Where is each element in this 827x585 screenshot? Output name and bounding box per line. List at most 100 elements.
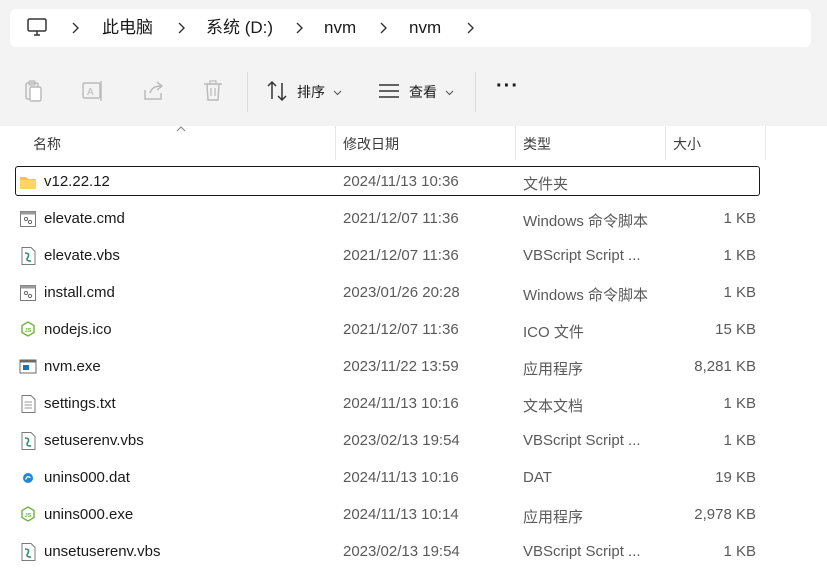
chevron-down-icon[interactable] <box>445 90 454 96</box>
file-modified-date: 2021/12/07 11:36 <box>343 210 459 227</box>
file-row[interactable]: settings.txt 2024/11/13 10:16 文本文档 1 KB <box>0 388 766 420</box>
file-name: v12.22.12 <box>44 173 110 190</box>
column-header-size[interactable]: 大小 <box>673 134 701 154</box>
file-list-pane: 名称 修改日期 类型 大小 v12.22.12 2024/11/13 10:36 文… <box>0 126 827 585</box>
delete-icon[interactable] <box>200 78 226 104</box>
file-type: VBScript Script ... <box>523 247 641 264</box>
file-size: 1 KB <box>723 247 756 264</box>
column-header-date[interactable]: 修改日期 <box>343 134 399 154</box>
chevron-right-icon[interactable] <box>378 19 388 37</box>
breadcrumb-item[interactable]: nvm <box>409 18 441 38</box>
vbs-file-icon <box>19 542 37 562</box>
chevron-right-icon[interactable] <box>176 19 186 37</box>
exe-file-icon <box>19 357 37 377</box>
column-divider[interactable] <box>335 126 336 160</box>
chevron-down-icon[interactable] <box>333 90 342 96</box>
file-modified-date: 2021/12/07 11:36 <box>343 247 459 264</box>
file-row[interactable]: elevate.vbs 2021/12/07 11:36 VBScript Scri… <box>0 240 766 272</box>
column-header-row: 名称 修改日期 类型 大小 <box>0 126 766 160</box>
chevron-right-icon[interactable] <box>294 19 304 37</box>
nodejs-icon: JS <box>19 505 37 525</box>
vbs-file-icon <box>19 246 37 266</box>
file-size: 1 KB <box>723 543 756 560</box>
cmd-file-icon <box>19 283 37 303</box>
sort-ascending-icon <box>176 126 186 132</box>
vbs-file-icon <box>19 431 37 451</box>
file-row[interactable]: unsetuserenv.vbs 2023/02/13 19:54 VBScript… <box>0 536 766 568</box>
file-size: 15 KB <box>715 321 756 338</box>
file-size: 8,281 KB <box>694 358 756 375</box>
file-name: setuserenv.vbs <box>44 432 144 449</box>
file-type: 应用程序 <box>523 361 584 378</box>
file-modified-date: 2023/01/26 20:28 <box>343 284 460 301</box>
file-size: 1 KB <box>723 395 756 412</box>
breadcrumb-item[interactable]: nvm <box>324 18 356 38</box>
file-row[interactable]: elevate.cmd 2021/12/07 11:36 Windows 命令脚本 1… <box>0 203 766 235</box>
breadcrumb-item[interactable]: 此电脑 <box>102 18 153 38</box>
svg-text:JS: JS <box>25 513 32 519</box>
file-modified-date: 2024/11/13 10:16 <box>343 469 459 486</box>
file-modified-date: 2023/02/13 19:54 <box>343 432 460 449</box>
file-row[interactable]: v12.22.12 2024/11/13 10:36 文件夹 <box>0 166 766 198</box>
file-modified-date: 2024/11/13 10:16 <box>343 395 459 412</box>
file-type: DAT <box>523 469 552 486</box>
file-name: settings.txt <box>44 395 116 412</box>
file-name: unins000.dat <box>44 469 130 486</box>
file-row[interactable]: JS unins000.exe 2024/11/13 10:14 应用程序 2,978 … <box>0 499 766 531</box>
txt-file-icon <box>19 394 37 414</box>
more-options-button[interactable]: ··· <box>496 76 519 96</box>
column-divider[interactable] <box>765 126 766 160</box>
svg-text:A: A <box>87 87 94 98</box>
svg-text:JS: JS <box>25 328 32 334</box>
paste-icon[interactable] <box>21 78 47 104</box>
file-name: elevate.cmd <box>44 210 125 227</box>
file-type: VBScript Script ... <box>523 543 641 560</box>
column-divider[interactable] <box>665 126 666 160</box>
nodejs-icon: JS <box>19 320 37 340</box>
file-name: install.cmd <box>44 284 115 301</box>
breadcrumb-item[interactable]: 系统 (D:) <box>206 18 273 38</box>
file-row[interactable]: setuserenv.vbs 2023/02/13 19:54 VBScript S… <box>0 425 766 457</box>
rename-icon[interactable]: A <box>80 78 106 104</box>
file-row[interactable]: nvm.exe 2023/11/22 13:59 应用程序 8,281 KB <box>0 351 766 383</box>
file-type: Windows 命令脚本 <box>523 287 649 304</box>
file-row[interactable]: unins000.dat 2024/11/13 10:16 DAT 19 KB <box>0 462 766 494</box>
view-icon[interactable] <box>376 78 402 104</box>
file-name: nodejs.ico <box>44 321 112 338</box>
file-size: 1 KB <box>723 210 756 227</box>
file-modified-date: 2023/11/22 13:59 <box>343 358 459 375</box>
folder-icon <box>19 172 37 192</box>
sort-icon[interactable] <box>264 78 290 104</box>
toolbar-divider <box>475 72 476 112</box>
share-icon[interactable] <box>141 78 167 104</box>
this-pc-icon[interactable] <box>26 17 48 37</box>
file-type: Windows 命令脚本 <box>523 213 649 230</box>
file-name: elevate.vbs <box>44 247 120 264</box>
column-header-type[interactable]: 类型 <box>523 134 551 154</box>
file-modified-date: 2024/11/13 10:36 <box>343 173 459 190</box>
file-modified-date: 2023/02/13 19:54 <box>343 543 460 560</box>
file-row[interactable]: install.cmd 2023/01/26 20:28 Windows 命令脚本 1… <box>0 277 766 309</box>
column-divider[interactable] <box>515 126 516 160</box>
file-name: unsetuserenv.vbs <box>44 543 161 560</box>
dat-file-icon <box>19 468 37 488</box>
chevron-right-icon[interactable] <box>465 19 475 37</box>
view-button[interactable]: 查看 <box>409 83 437 101</box>
chevron-right-icon[interactable] <box>70 19 80 37</box>
file-size: 1 KB <box>723 284 756 301</box>
sort-button[interactable]: 排序 <box>297 83 325 101</box>
file-size: 19 KB <box>715 469 756 486</box>
file-type: ICO 文件 <box>523 324 584 341</box>
file-type: 文件夹 <box>523 176 569 193</box>
cmd-file-icon <box>19 209 37 229</box>
file-modified-date: 2024/11/13 10:14 <box>343 506 459 523</box>
file-type: 应用程序 <box>523 509 584 526</box>
address-bar[interactable]: 此电脑 系统 (D:) nvm nvm <box>10 9 811 47</box>
file-type: 文本文档 <box>523 398 584 415</box>
command-bar: A 排序 查看 ··· <box>0 56 827 126</box>
file-name: unins000.exe <box>44 506 134 523</box>
column-header-name[interactable]: 名称 <box>33 134 61 154</box>
file-modified-date: 2021/12/07 11:36 <box>343 321 459 338</box>
file-row[interactable]: JS nodejs.ico 2021/12/07 11:36 ICO 文件 15 KB <box>0 314 766 346</box>
file-type: VBScript Script ... <box>523 432 641 449</box>
